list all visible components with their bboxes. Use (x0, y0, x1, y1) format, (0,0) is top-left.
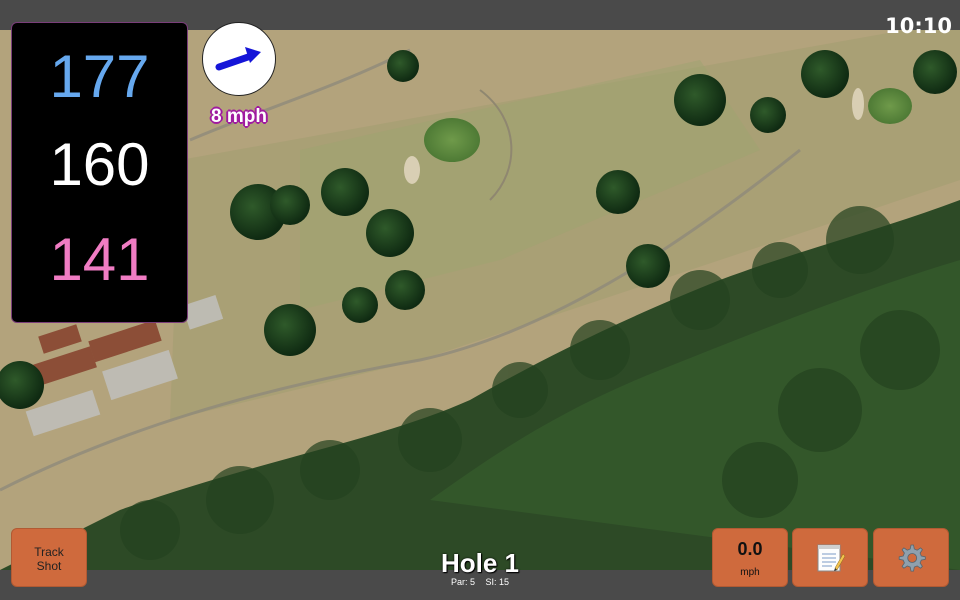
back-yardage: 177 (49, 43, 150, 110)
center-yardage: 160 (49, 131, 150, 198)
arrow-icon (215, 47, 261, 71)
gear-icon (898, 544, 926, 571)
settings-button[interactable] (873, 528, 949, 587)
speed-button[interactable]: 0.0 mph (712, 528, 788, 587)
speed-unit: mph (740, 567, 760, 578)
yardage-panel: 177 160 141 (11, 22, 188, 323)
wind-speed: 8 mph (211, 106, 267, 127)
front-yardage: 141 (49, 226, 150, 293)
hole-stroke-index: SI: 15 (485, 577, 510, 587)
notepad-icon (817, 544, 845, 571)
track-shot-label-line2: Shot (36, 559, 62, 573)
track-shot-button[interactable]: Track Shot (11, 528, 87, 587)
clock: 10:10 (885, 14, 952, 38)
wind-indicator (202, 22, 276, 96)
hole-par: Par: 5 (450, 577, 475, 587)
hole-title: Hole 1 (440, 548, 520, 578)
speed-value: 0.0 (737, 539, 763, 559)
notes-button[interactable] (792, 528, 868, 587)
track-shot-label-line1: Track (34, 545, 64, 559)
hole-info: Par: 5 SI: 15 (380, 577, 580, 587)
